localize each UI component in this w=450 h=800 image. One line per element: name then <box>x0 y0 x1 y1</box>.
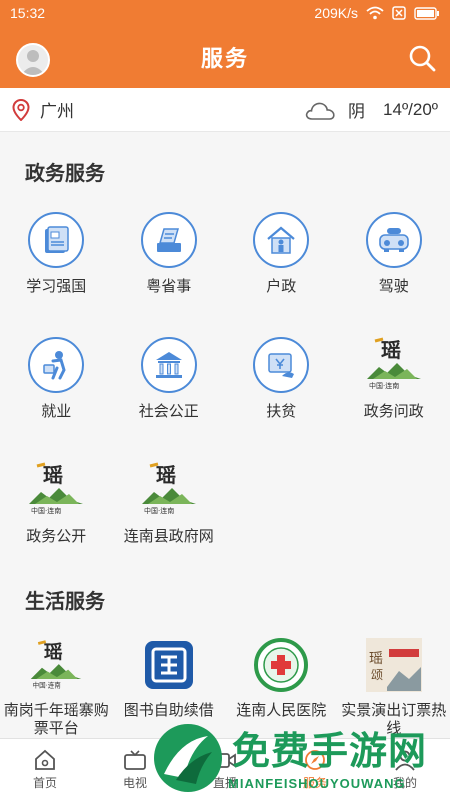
svg-text:颂: 颂 <box>371 668 383 682</box>
liannan-logo-icon: 瑶 中国·连南 <box>27 636 85 694</box>
service-huzheng[interactable]: 户政 <box>225 198 338 323</box>
life-section-title: 生活服务 <box>25 591 105 613</box>
worker-icon <box>28 337 85 393</box>
svg-text:中国·连南: 中国·连南 <box>369 381 399 390</box>
watermark-logo-icon <box>154 724 222 792</box>
svg-text:瑶: 瑶 <box>43 463 63 487</box>
document-stack-icon <box>140 212 197 268</box>
hospital-logo-icon <box>252 636 310 694</box>
svg-text:瑶: 瑶 <box>369 651 383 667</box>
courthouse-icon <box>140 337 197 393</box>
library-logo-icon <box>140 636 198 694</box>
cloud-icon <box>305 102 335 120</box>
service-yueshengshi[interactable]: 粤省事 <box>113 198 226 323</box>
svg-text:瑶: 瑶 <box>44 641 63 663</box>
tab-home[interactable]: 首页 <box>0 739 90 800</box>
tab-label: 首页 <box>32 775 57 790</box>
performance-poster-icon: 瑶 颂 <box>365 636 423 694</box>
service-xuexi-qiangguo[interactable]: 学习强国 <box>0 198 113 323</box>
tv-icon <box>124 749 146 770</box>
service-label: 驾驶 <box>378 278 409 295</box>
temperature: 14º/20º <box>383 99 438 119</box>
svg-text:瑶: 瑶 <box>381 338 401 362</box>
service-nangang-ticket[interactable]: 瑶 中国·连南 南岗千年瑶寨购票平台 <box>0 636 113 738</box>
watermark-text-en: MIANFEISHOUYOUWANG <box>228 776 406 791</box>
service-label: 学习强国 <box>26 278 87 295</box>
sim-icon <box>392 6 406 20</box>
service-label: 户政 <box>266 278 297 295</box>
svg-text:瑶: 瑶 <box>156 463 176 487</box>
gov-section-title: 政务服务 <box>25 163 105 185</box>
service-shehui-gongzheng[interactable]: 社会公正 <box>113 323 226 448</box>
svg-text:中国·连南: 中国·连南 <box>33 680 62 689</box>
app-header: 服务 <box>0 26 450 88</box>
service-zhengwu-wenzheng[interactable]: 瑶 中国·连南 政务问政 <box>338 323 450 448</box>
service-label: 政务公开 <box>26 528 87 545</box>
service-jiashi[interactable]: 驾驶 <box>338 198 450 323</box>
liannan-logo-icon: 瑶 中国·连南 <box>363 335 425 393</box>
service-label: 粤省事 <box>146 278 192 295</box>
user-avatar-icon[interactable] <box>16 43 50 77</box>
service-jiuye[interactable]: 就业 <box>0 323 113 448</box>
watermark-text-cn: 免费手游网 <box>232 731 428 773</box>
svg-text:中国·连南: 中国·连南 <box>144 506 174 515</box>
city-name[interactable]: 广州 <box>40 97 304 122</box>
service-label: 扶贫 <box>266 403 297 420</box>
search-icon[interactable] <box>408 44 436 72</box>
home-icon <box>35 749 55 770</box>
service-liannan-gov-site[interactable]: 瑶 中国·连南 连南县政府网 <box>113 448 226 573</box>
service-label: 南岗千年瑶寨购票平台 <box>3 702 109 737</box>
service-label: 社会公正 <box>138 403 199 420</box>
service-zhengwu-gongkai[interactable]: 瑶 中国·连南 政务公开 <box>0 448 113 573</box>
wifi-icon <box>366 6 384 20</box>
weather-bar: 广州 阴 14º/20º <box>0 88 450 132</box>
book-flag-icon <box>28 212 85 268</box>
aid-icon <box>253 337 310 393</box>
svg-text:中国·连南: 中国·连南 <box>31 506 61 515</box>
tab-label: 电视 <box>122 775 147 790</box>
status-time: 15:32 <box>10 5 46 21</box>
service-label: 政务问政 <box>363 403 424 420</box>
liannan-logo-icon: 瑶 中国·连南 <box>138 460 200 518</box>
household-icon <box>253 212 310 268</box>
car-icon <box>365 212 422 268</box>
watermark: 免费手游网 MIANFEISHOUYOUWANG <box>150 718 450 800</box>
liannan-logo-icon: 瑶 中国·连南 <box>25 460 87 518</box>
service-label: 连南县政府网 <box>123 528 214 545</box>
battery-icon <box>414 6 439 20</box>
page-title: 服务 <box>200 46 249 71</box>
gov-services-grid: 学习强国 粤省事 户政 驾驶 就业 社会公正 扶贫 瑶 中国·连南 政务问政 瑶… <box>0 198 450 573</box>
service-fupin[interactable]: 扶贫 <box>225 323 338 448</box>
weather-condition: 阴 <box>348 102 366 121</box>
service-label: 就业 <box>41 403 72 420</box>
network-speed: 209K/s <box>314 5 358 21</box>
location-pin-icon[interactable] <box>12 98 30 121</box>
status-bar: 15:32 209K/s <box>0 0 450 26</box>
